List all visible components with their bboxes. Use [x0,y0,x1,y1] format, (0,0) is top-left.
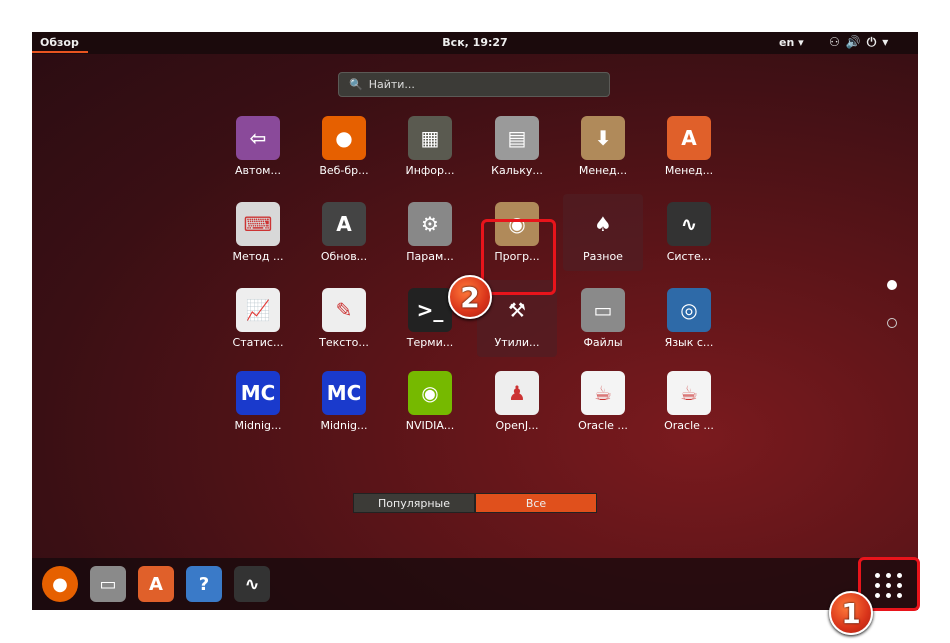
app-nvidia[interactable]: ◉ NVIDIA... [390,371,470,432]
app-label: Oracle ... [578,419,628,432]
midnight-commander-icon: MC [322,371,366,415]
app-openjdk[interactable]: ♟ OpenJ... [477,371,557,432]
statistics-icon: 📈 [236,288,280,332]
volume-icon: 🔊 [845,35,867,49]
app-label: Кальку... [491,164,543,177]
dock-system-monitor-icon[interactable]: ∿ [234,566,270,602]
tab-all[interactable]: Все [475,493,597,513]
app-label: Midnig... [320,419,368,432]
app-java[interactable]: ☕ Oracle ... [649,371,729,432]
app-label: NVIDIA... [405,419,455,432]
language-selector[interactable]: en ▾ [779,36,804,49]
keyboard-icon: ⌨ [236,202,280,246]
app-label: Парам... [406,250,454,263]
folder-misc-icon: ♠ [594,212,612,236]
top-bar: Обзор Вск, 19:27 en ▾ ⚇🔊⏻▾ [32,32,918,54]
chevron-down-icon: ▾ [882,35,895,49]
step-1-badge: 1 [829,591,873,635]
app-label: Терми... [406,336,454,349]
app-label: Метод ... [232,250,284,263]
dock: ● ▭ A? ∿ [32,558,918,610]
app-label: Midnig... [234,419,282,432]
app-folder-misc[interactable]: ♠ Разное [563,194,643,271]
app-label: Утили... [494,336,540,349]
activities-underline [32,51,88,53]
midnight-commander-icon: MC [236,371,280,415]
app-language-support[interactable]: ◎ Язык с... [649,288,729,349]
dock-software-center-icon[interactable]: A [138,566,174,602]
terminal-icon: >_ [408,288,452,332]
app-label: OpenJ... [495,419,539,432]
app-package-download[interactable]: ⬇ Менед... [563,116,643,177]
app-view-tabs: Популярные Все [353,493,597,513]
app-system-monitor[interactable]: ∿ Систе... [649,202,729,263]
app-label: Разное [583,250,623,263]
app-keyboard[interactable]: ⌨ Метод ... [218,202,298,263]
tab-frequent[interactable]: Популярные [353,493,475,513]
calculator-icon: ▤ [495,116,539,160]
app-files[interactable]: ▭ Файлы [563,288,643,349]
app-text-editor[interactable]: ✎ Тексто... [304,288,384,349]
search-placeholder: Найти... [368,78,415,91]
app-software-updater[interactable]: A Обнов... [304,202,384,263]
app-label: Систе... [666,250,712,263]
app-label: Обнов... [320,250,368,263]
nvidia-icon: ◉ [408,371,452,415]
app-startup-apps[interactable]: ⇦ Автом... [218,116,298,177]
openjdk-icon: ♟ [495,371,539,415]
language-support-icon: ◎ [667,288,711,332]
java-icon: ☕ [667,371,711,415]
app-label: Менед... [578,164,628,177]
step-2-badge: 2 [448,275,492,319]
app-label: Автом... [235,164,281,177]
files-icon: ▭ [581,288,625,332]
search-icon: 🔍 [349,78,363,91]
app-label: Язык с... [664,336,714,349]
search-input[interactable]: 🔍 Найти... [338,72,610,97]
app-java[interactable]: ☕ Oracle ... [563,371,643,432]
page-indicator-1[interactable] [887,280,897,290]
system-monitor-icon: ∿ [667,202,711,246]
software-updater-icon: A [322,202,366,246]
page-indicator-2[interactable] [887,318,897,328]
gnome-activities-overview: Обзор Вск, 19:27 en ▾ ⚇🔊⏻▾ 🔍 Найти... ⇦ Ав… [32,32,918,610]
package-download-icon: ⬇ [581,116,625,160]
system-tray[interactable]: ⚇🔊⏻▾ [829,35,894,50]
firefox-icon: ● [322,116,366,160]
dock-help-icon[interactable]: ? [186,566,222,602]
app-label: Веб-бр... [319,164,369,177]
app-hardware-info[interactable]: ▦ Инфор... [390,116,470,177]
software-center-icon: A [667,116,711,160]
app-label: Статис... [232,336,284,349]
app-label: Oracle ... [664,419,714,432]
app-label: Инфор... [405,164,455,177]
app-calculator[interactable]: ▤ Кальку... [477,116,557,177]
app-midnight-commander[interactable]: MC Midnig... [304,371,384,432]
highlight-software-properties [481,219,556,295]
power-icon: ⏻ [866,35,883,49]
java-icon: ☕ [581,371,625,415]
settings-icon: ⚙ [408,202,452,246]
hardware-info-icon: ▦ [408,116,452,160]
dock-firefox-icon[interactable]: ● [42,566,78,602]
app-software-center[interactable]: A Менед... [649,116,729,177]
app-label: Менед... [664,164,714,177]
app-label: Тексто... [319,336,369,349]
startup-apps-icon: ⇦ [236,116,280,160]
text-editor-icon: ✎ [322,288,366,332]
app-statistics[interactable]: 📈 Статис... [218,288,298,349]
dock-files-icon[interactable]: ▭ [90,566,126,602]
app-label: Файлы [583,336,623,349]
app-midnight-commander[interactable]: MC Midnig... [218,371,298,432]
app-settings[interactable]: ⚙ Парам... [390,202,470,263]
app-firefox[interactable]: ● Веб-бр... [304,116,384,177]
network-icon: ⚇ [829,35,846,49]
